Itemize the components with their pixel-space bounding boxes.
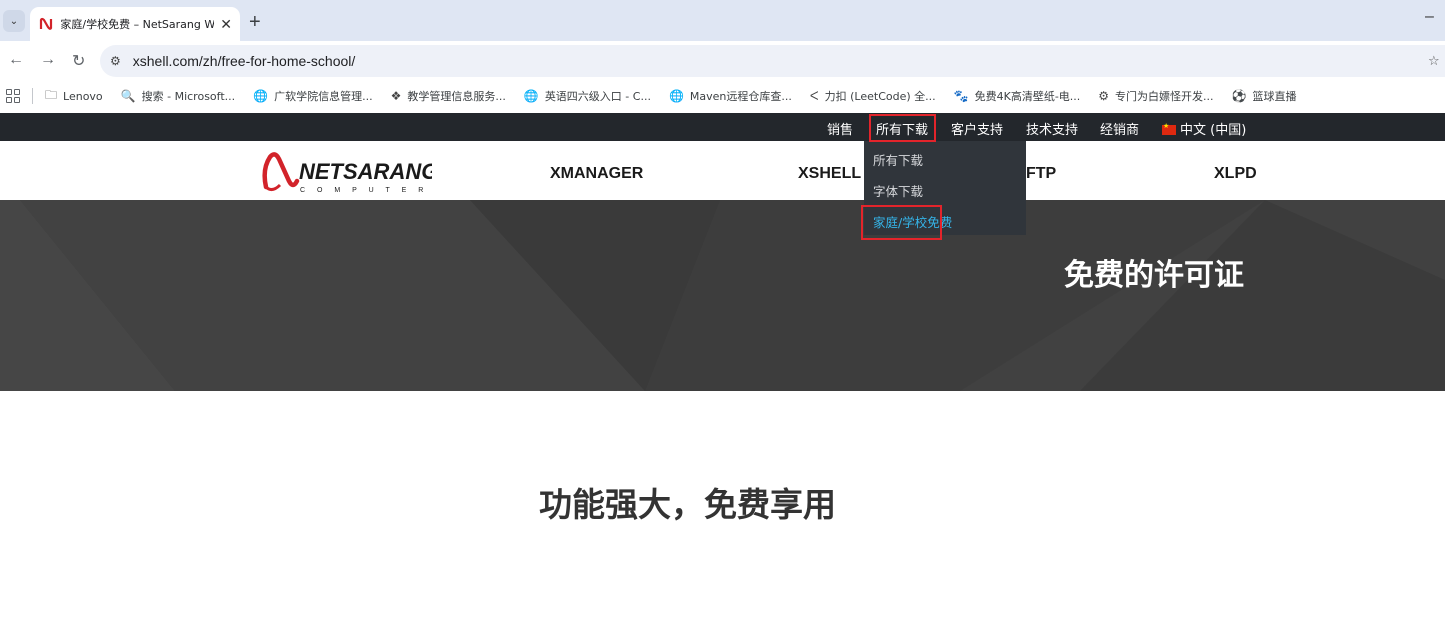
bookmark-item[interactable]: ⚽ 篮球直播 xyxy=(1232,88,1297,104)
topbar-customer-support-link[interactable]: 客户支持 xyxy=(951,119,1003,138)
bookmark-label: 英语四六级入口 - C... xyxy=(544,90,651,103)
bookmark-label: 篮球直播 xyxy=(1252,90,1297,103)
gear-icon: ⚙ xyxy=(1098,89,1110,103)
apps-grid-icon[interactable] xyxy=(6,89,20,103)
nav-xlpd[interactable]: XLPD xyxy=(1214,165,1257,183)
bookmark-item[interactable]: 🌐 英语四六级入口 - C... xyxy=(524,88,651,104)
tab-search-chevron-icon[interactable]: ⌄ xyxy=(3,10,25,32)
bookmark-label: 广软学院信息管理... xyxy=(274,90,373,103)
bookmark-label: 力扣 (LeetCode) 全... xyxy=(824,90,936,103)
site-topbar: 销售 所有下载 客户支持 技术支持 经销商 中文 (中国) xyxy=(0,113,1445,141)
address-bar[interactable]: ⚙ xshell.com/zh/free-for-home-school/ xyxy=(100,45,1445,77)
hero-title: 免费的许可证 xyxy=(1064,258,1244,293)
new-tab-button[interactable]: + xyxy=(249,11,261,34)
site-info-icon[interactable]: ⚙ xyxy=(110,54,121,68)
window-minimize-button[interactable]: – xyxy=(1425,8,1434,26)
logo-subtitle: C O M P U T E R xyxy=(300,187,428,194)
netsarang-logo[interactable]: NETSARANG C O M P U T E R xyxy=(262,147,438,195)
bookmarks-separator xyxy=(32,88,33,104)
bookmark-item[interactable]: 🐾 免费4K高清壁纸-电... xyxy=(954,88,1081,104)
bookmark-label: 教学管理信息服务... xyxy=(407,90,506,103)
bookmarks-bar: 🗀 Lenovo 🔍 搜索 - Microsoft... 🌐 广软学院信息管理... ❖ 教学… xyxy=(0,80,1445,112)
language-selector[interactable]: 中文 (中国) xyxy=(1162,119,1246,138)
browser-toolbar: ← → ↻ ⚙ xshell.com/zh/free-for-home-scho… xyxy=(0,41,1445,80)
paw-icon: 🐾 xyxy=(953,89,969,103)
hero-banner: 免费的许可证 xyxy=(0,200,1445,391)
bookmark-item[interactable]: 🗀 Lenovo xyxy=(45,86,103,107)
topbar-tech-support-link[interactable]: 技术支持 xyxy=(1026,119,1078,138)
nav-xmanager[interactable]: XMANAGER xyxy=(550,165,643,183)
leetcode-icon: ᐸ xyxy=(809,89,819,103)
dropdown-item-font-downloads[interactable]: 字体下载 xyxy=(873,181,923,200)
bookmark-item[interactable]: 🌐 Maven远程仓库查... xyxy=(669,88,792,104)
bookmark-item[interactable]: ❖ 教学管理信息服务... xyxy=(391,88,506,104)
bookmark-label: 搜索 - Microsoft... xyxy=(141,90,236,103)
dropbox-icon: ❖ xyxy=(390,89,402,103)
reload-icon[interactable]: ↻ xyxy=(72,51,85,71)
china-flag-icon xyxy=(1162,122,1176,135)
globe-icon: 🌐 xyxy=(253,89,269,103)
bookmark-label: 专门为白嫖怪开发... xyxy=(1115,90,1214,103)
globe-icon: 🌐 xyxy=(523,89,539,103)
section-headline: 功能强大，免费享用 xyxy=(539,485,836,524)
url-text[interactable]: xshell.com/zh/free-for-home-school/ xyxy=(133,53,356,69)
netsarang-favicon-icon xyxy=(38,16,53,32)
bookmark-item[interactable]: 🌐 广软学院信息管理... xyxy=(253,88,372,104)
browser-tabstrip: ⌄ 家庭/学校免费 – NetSarang W ✕ + – xyxy=(0,0,1445,41)
dropdown-item-all-downloads[interactable]: 所有下载 xyxy=(873,150,923,169)
topbar-sales-link[interactable]: 销售 xyxy=(827,119,853,138)
ball-icon: ⚽ xyxy=(1231,89,1247,103)
highlight-box-all-downloads xyxy=(869,114,936,142)
search-icon: 🔍 xyxy=(120,89,136,103)
hero-background-shapes xyxy=(0,200,1445,391)
tab-close-icon[interactable]: ✕ xyxy=(220,16,232,33)
bookmark-label: 免费4K高清壁纸-电... xyxy=(974,90,1081,103)
bookmark-item[interactable]: ⚙ 专门为白嫖怪开发... xyxy=(1098,88,1213,104)
main-navigation: NETSARANG C O M P U T E R XMANAGER XSHEL… xyxy=(0,141,1445,201)
bookmark-star-icon[interactable]: ☆ xyxy=(1428,53,1440,69)
language-label: 中文 (中国) xyxy=(1180,123,1247,138)
nav-xftp[interactable]: FTP xyxy=(1026,165,1056,183)
nav-xshell[interactable]: XSHELL xyxy=(798,165,861,183)
bookmark-label: Lenovo xyxy=(63,89,103,103)
browser-tab[interactable]: 家庭/学校免费 – NetSarang W ✕ xyxy=(30,7,240,41)
forward-arrow-icon[interactable]: → xyxy=(40,51,56,69)
bookmark-item[interactable]: 🔍 搜索 - Microsoft... xyxy=(121,88,235,104)
bookmark-label: Maven远程仓库查... xyxy=(689,90,792,103)
highlight-box-home-school xyxy=(861,205,942,240)
globe-icon: 🌐 xyxy=(668,89,684,103)
bookmark-item[interactable]: ᐸ 力扣 (LeetCode) 全... xyxy=(810,88,936,104)
logo-wordmark: NETSARANG xyxy=(299,159,432,184)
folder-icon: 🗀 xyxy=(45,87,58,102)
back-arrow-icon[interactable]: ← xyxy=(8,51,24,69)
tab-title: 家庭/学校免费 – NetSarang W xyxy=(60,18,215,31)
topbar-resellers-link[interactable]: 经销商 xyxy=(1100,119,1139,138)
